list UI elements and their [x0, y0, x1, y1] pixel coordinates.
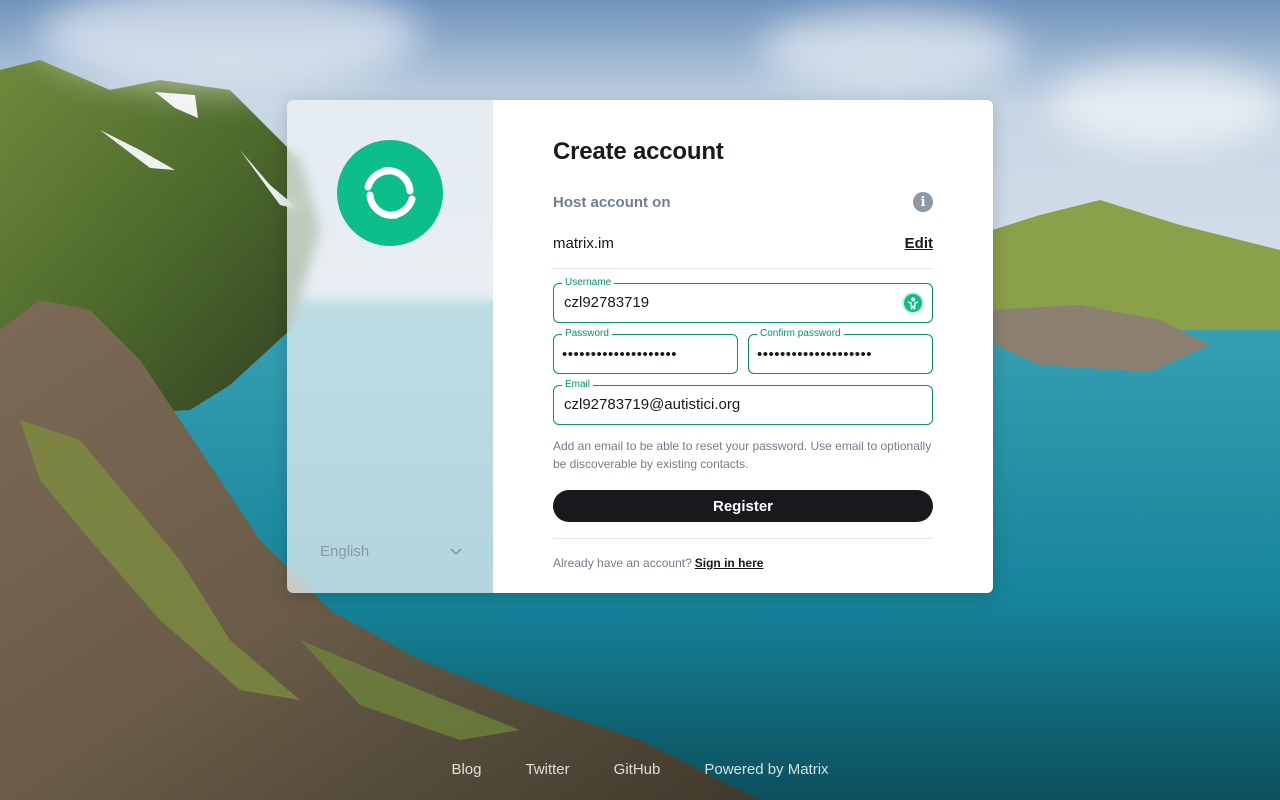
email-label: Email	[562, 378, 594, 392]
signin-row: Already have an account? Sign in here	[553, 556, 933, 570]
edit-server-link[interactable]: Edit	[905, 235, 933, 252]
server-name: matrix.im	[553, 234, 614, 252]
register-button[interactable]: Register	[553, 490, 933, 522]
password-row: Password •••••••••••••••••••• Confirm pa…	[553, 327, 933, 374]
registration-form: Create account Host account on i matrix.…	[493, 100, 993, 593]
username-field[interactable]: Username czl92783719	[553, 276, 933, 323]
signin-link[interactable]: Sign in here	[695, 556, 764, 570]
password-value: ••••••••••••••••••••	[562, 346, 678, 363]
email-hint: Add an email to be able to reset your pa…	[553, 439, 932, 471]
username-value: czl92783719	[564, 294, 650, 311]
footer-link-powered-by-matrix[interactable]: Powered by Matrix	[704, 761, 828, 778]
element-logo-icon	[337, 140, 443, 246]
signin-prompt: Already have an account?	[553, 556, 692, 570]
user-avatar-icon	[902, 292, 924, 314]
page-title: Create account	[553, 138, 724, 165]
username-label: Username	[562, 276, 615, 290]
confirm-password-value: ••••••••••••••••••••	[757, 346, 873, 363]
language-label: English	[320, 542, 370, 560]
chevron-down-icon	[450, 543, 462, 560]
password-label: Password	[562, 327, 612, 341]
language-selector[interactable]: English	[320, 540, 462, 562]
email-value: czl92783719@autistici.org	[564, 396, 741, 413]
footer: Blog Twitter GitHub Powered by Matrix	[0, 761, 1280, 778]
confirm-password-field[interactable]: Confirm password ••••••••••••••••••••	[748, 327, 933, 374]
registration-card: English Create account Host account on i…	[287, 100, 993, 593]
card-sidebar: English	[287, 100, 493, 593]
footer-link-twitter[interactable]: Twitter	[525, 761, 569, 778]
info-icon[interactable]: i	[913, 192, 933, 212]
footer-link-github[interactable]: GitHub	[614, 761, 661, 778]
email-field[interactable]: Email czl92783719@autistici.org	[553, 378, 933, 425]
divider	[553, 268, 933, 269]
password-field[interactable]: Password ••••••••••••••••••••	[553, 327, 738, 374]
host-label: Host account on	[553, 193, 671, 211]
host-row: Host account on i	[553, 190, 933, 214]
server-row: matrix.im Edit	[553, 232, 933, 254]
footer-link-blog[interactable]: Blog	[451, 761, 481, 778]
divider	[553, 538, 933, 539]
confirm-password-label: Confirm password	[757, 327, 844, 341]
